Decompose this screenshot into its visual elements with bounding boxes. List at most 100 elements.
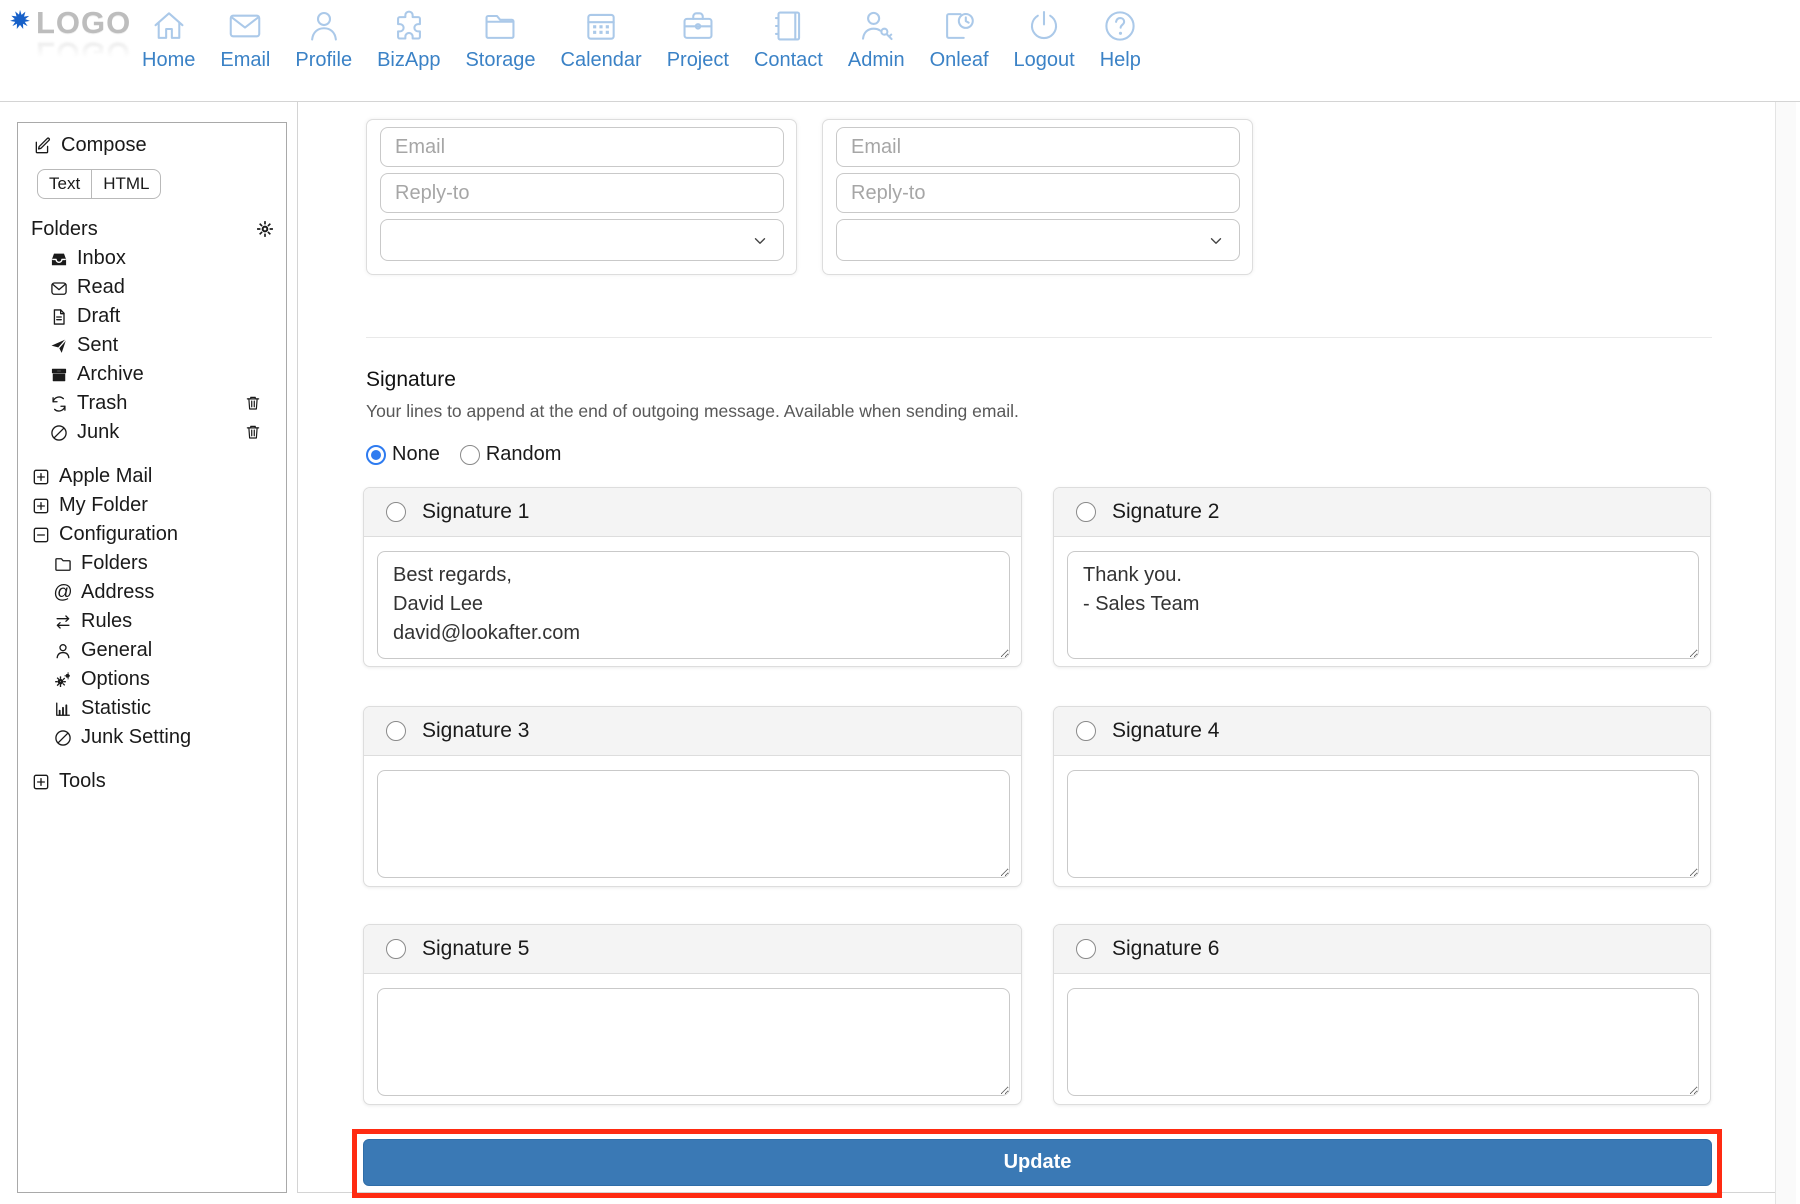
nav-item-calendar[interactable]: Calendar [561,7,642,72]
signature-3-radio[interactable] [386,721,406,741]
identity-select[interactable] [836,219,1240,261]
nav-item-logout[interactable]: Logout [1014,7,1075,72]
signature-5-textarea[interactable] [377,988,1010,1096]
folder-icon [485,14,515,39]
nav-label: Storage [465,49,536,71]
folder-icon [55,557,71,571]
email-field[interactable] [836,127,1240,167]
nav-label: BizApp [377,49,441,71]
radio-random-label: Random [485,443,562,465]
reply-to-field[interactable] [380,173,784,213]
signature-panel-header: Signature 4 [1054,707,1710,756]
trash-icon[interactable] [244,394,262,412]
sidebar-item-inbox[interactable]: Inbox [18,244,286,273]
plus-box-icon [33,498,49,513]
signature-5-radio[interactable] [386,939,406,959]
signature-1-textarea[interactable]: Best regards, David Lee david@lookafter.… [377,551,1010,659]
recycle-icon [52,395,66,412]
sidebar-item-junk[interactable]: Junk [18,418,286,447]
signature-2-radio[interactable] [1076,502,1096,522]
sidebar-item-draft[interactable]: Draft [18,302,286,331]
signature-panel-3: Signature 3 [363,706,1022,887]
signature-panel-label: Signature 4 [1112,719,1220,742]
question-circle-icon [1105,11,1135,41]
radio-none[interactable] [366,444,386,465]
app-badge-icon [10,9,30,29]
identity-select[interactable] [380,219,784,261]
config-label: Options [81,668,150,690]
scrollbar-track[interactable] [1775,102,1796,1204]
folder-label: Sent [77,334,119,356]
tree-item-my-folder[interactable]: My Folder [18,491,286,520]
nav-item-storage[interactable]: Storage [465,7,536,72]
mail-open-icon [51,281,67,295]
update-button[interactable]: Update [363,1139,1712,1186]
gear-icon[interactable] [255,219,275,239]
envelope-icon [230,14,261,38]
nav-label: Contact [753,49,823,71]
sidebar-item-archive[interactable]: Archive [18,360,286,389]
signature-section-subtitle: Your lines to append at the end of outgo… [366,401,1019,421]
block-icon [55,729,71,746]
signature-4-radio[interactable] [1076,721,1096,741]
text-mode-button[interactable]: Text [38,170,93,198]
sidebar-item-sent[interactable]: Sent [18,331,286,360]
compose-button[interactable]: Compose [18,131,286,160]
calendar-icon [587,13,615,40]
config-item-folders[interactable]: Folders [18,549,286,578]
config-item-address[interactable]: @ Address [18,578,286,607]
nav-item-help[interactable]: Help [1100,7,1141,72]
nav-item-onleaf[interactable]: Onleaf [930,7,989,72]
nav-item-contact[interactable]: Contact [754,7,823,72]
nav-item-profile[interactable]: Profile [295,7,352,72]
html-mode-button[interactable]: HTML [92,170,160,198]
bar-chart-icon [56,702,70,716]
config-item-statistic[interactable]: Statistic [18,694,286,723]
config-item-options[interactable]: Options [18,665,286,694]
nav-item-home[interactable]: Home [142,7,195,72]
config-item-general[interactable]: General [18,636,286,665]
folder-label: Read [77,276,125,298]
folders-section-header: Folders [18,215,286,244]
document-clock-icon [946,12,974,39]
sidebar-item-trash[interactable]: Trash [18,389,286,418]
compose-mode-switch: Text HTML [37,169,162,199]
signature-4-textarea[interactable] [1067,770,1699,878]
signature-panel-header: Signature 6 [1054,925,1710,974]
config-item-junk-setting[interactable]: Junk Setting [18,723,286,752]
signature-2-textarea[interactable]: Thank you. - Sales Team [1067,551,1699,659]
config-label: Rules [81,610,133,632]
puzzle-icon [396,10,421,40]
tree-item-apple-mail[interactable]: Apple Mail [18,462,286,491]
section-divider [366,337,1712,338]
signature-6-textarea[interactable] [1067,988,1699,1096]
draft-icon [53,308,65,325]
address-book-icon [775,11,801,41]
signature-1-radio[interactable] [386,502,406,522]
radio-random[interactable] [459,444,480,465]
inbox-icon [51,253,67,265]
folder-label: Junk [77,421,120,443]
radio-none-label: None [392,443,440,465]
tree-item-tools[interactable]: Tools [18,767,286,796]
chevron-down-icon [1210,238,1222,244]
person-icon [310,11,337,41]
nav-item-bizapp[interactable]: BizApp [377,7,440,72]
trash-icon[interactable] [244,423,262,441]
nav-item-project[interactable]: Project [667,7,729,72]
signature-panel-2: Signature 2 Thank you. - Sales Team [1053,487,1711,667]
tree-item-configuration[interactable]: Configuration [18,520,286,549]
nav-item-admin[interactable]: Admin [848,7,905,72]
signature-6-radio[interactable] [1076,939,1096,959]
sidebar-item-read[interactable]: Read [18,273,286,302]
signature-panel-label: Signature 1 [422,500,530,523]
nav-item-email[interactable]: Email [220,7,270,72]
config-item-rules[interactable]: Rules [18,607,286,636]
header-divider [0,101,1800,102]
signature-3-textarea[interactable] [377,770,1010,878]
logo-text: LOGO [36,5,132,40]
signature-panel-1: Signature 1 Best regards, David Lee davi… [363,487,1022,667]
tree-label: My Folder [59,494,148,516]
email-field[interactable] [380,127,784,167]
reply-to-field[interactable] [836,173,1240,213]
